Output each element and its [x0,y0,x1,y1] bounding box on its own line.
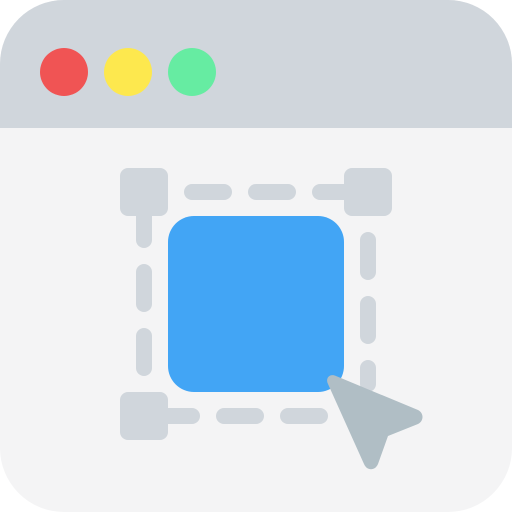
dash-segment [360,232,376,280]
dash-segment [136,264,152,312]
dash-segment [136,208,152,248]
rounded-square-shape[interactable] [168,216,344,392]
dash-segment [216,408,264,424]
dash-segment [248,184,296,200]
selection-canvas [120,168,423,470]
dash-segment [184,184,232,200]
dash-segment [160,408,200,424]
dash-segment [360,296,376,344]
dash-segment [280,408,328,424]
dash-segment [136,328,152,376]
app-window [0,0,512,512]
arrow-cursor-icon [327,375,423,470]
dash-segment [312,184,352,200]
